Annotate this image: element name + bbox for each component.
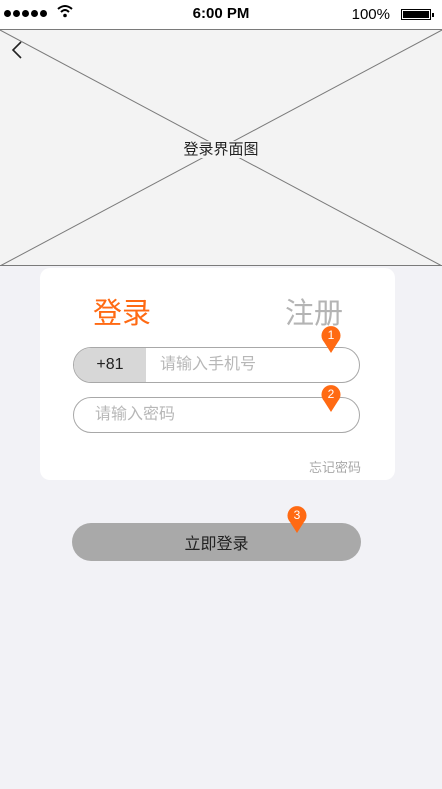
password-field (73, 397, 360, 433)
annotation-marker-3: 3 (286, 506, 308, 534)
annotation-marker-label: 1 (327, 328, 335, 342)
status-bar: 6:00 PM 100% (0, 0, 442, 30)
annotation-marker-label: 3 (293, 508, 301, 522)
login-card: 登录 注册 +81 忘记密码 (40, 268, 395, 480)
phone-field: +81 (73, 347, 360, 383)
annotation-marker-label: 2 (327, 387, 335, 401)
back-chevron-icon[interactable] (10, 40, 24, 60)
battery-percent: 100% (351, 6, 390, 23)
annotation-marker-1: 1 (320, 326, 342, 354)
hero-placeholder-label: 登录界面图 (181, 141, 261, 158)
annotation-marker-2: 2 (320, 385, 342, 413)
login-submit-button[interactable]: 立即登录 (72, 523, 361, 561)
forgot-password-link[interactable]: 忘记密码 (309, 457, 361, 476)
tab-login[interactable]: 登录 (93, 290, 151, 332)
country-code-selector[interactable]: +81 (74, 348, 146, 382)
hero-image-placeholder: 登录界面图 (0, 30, 442, 266)
password-input[interactable] (95, 398, 345, 432)
battery-icon (401, 9, 434, 20)
